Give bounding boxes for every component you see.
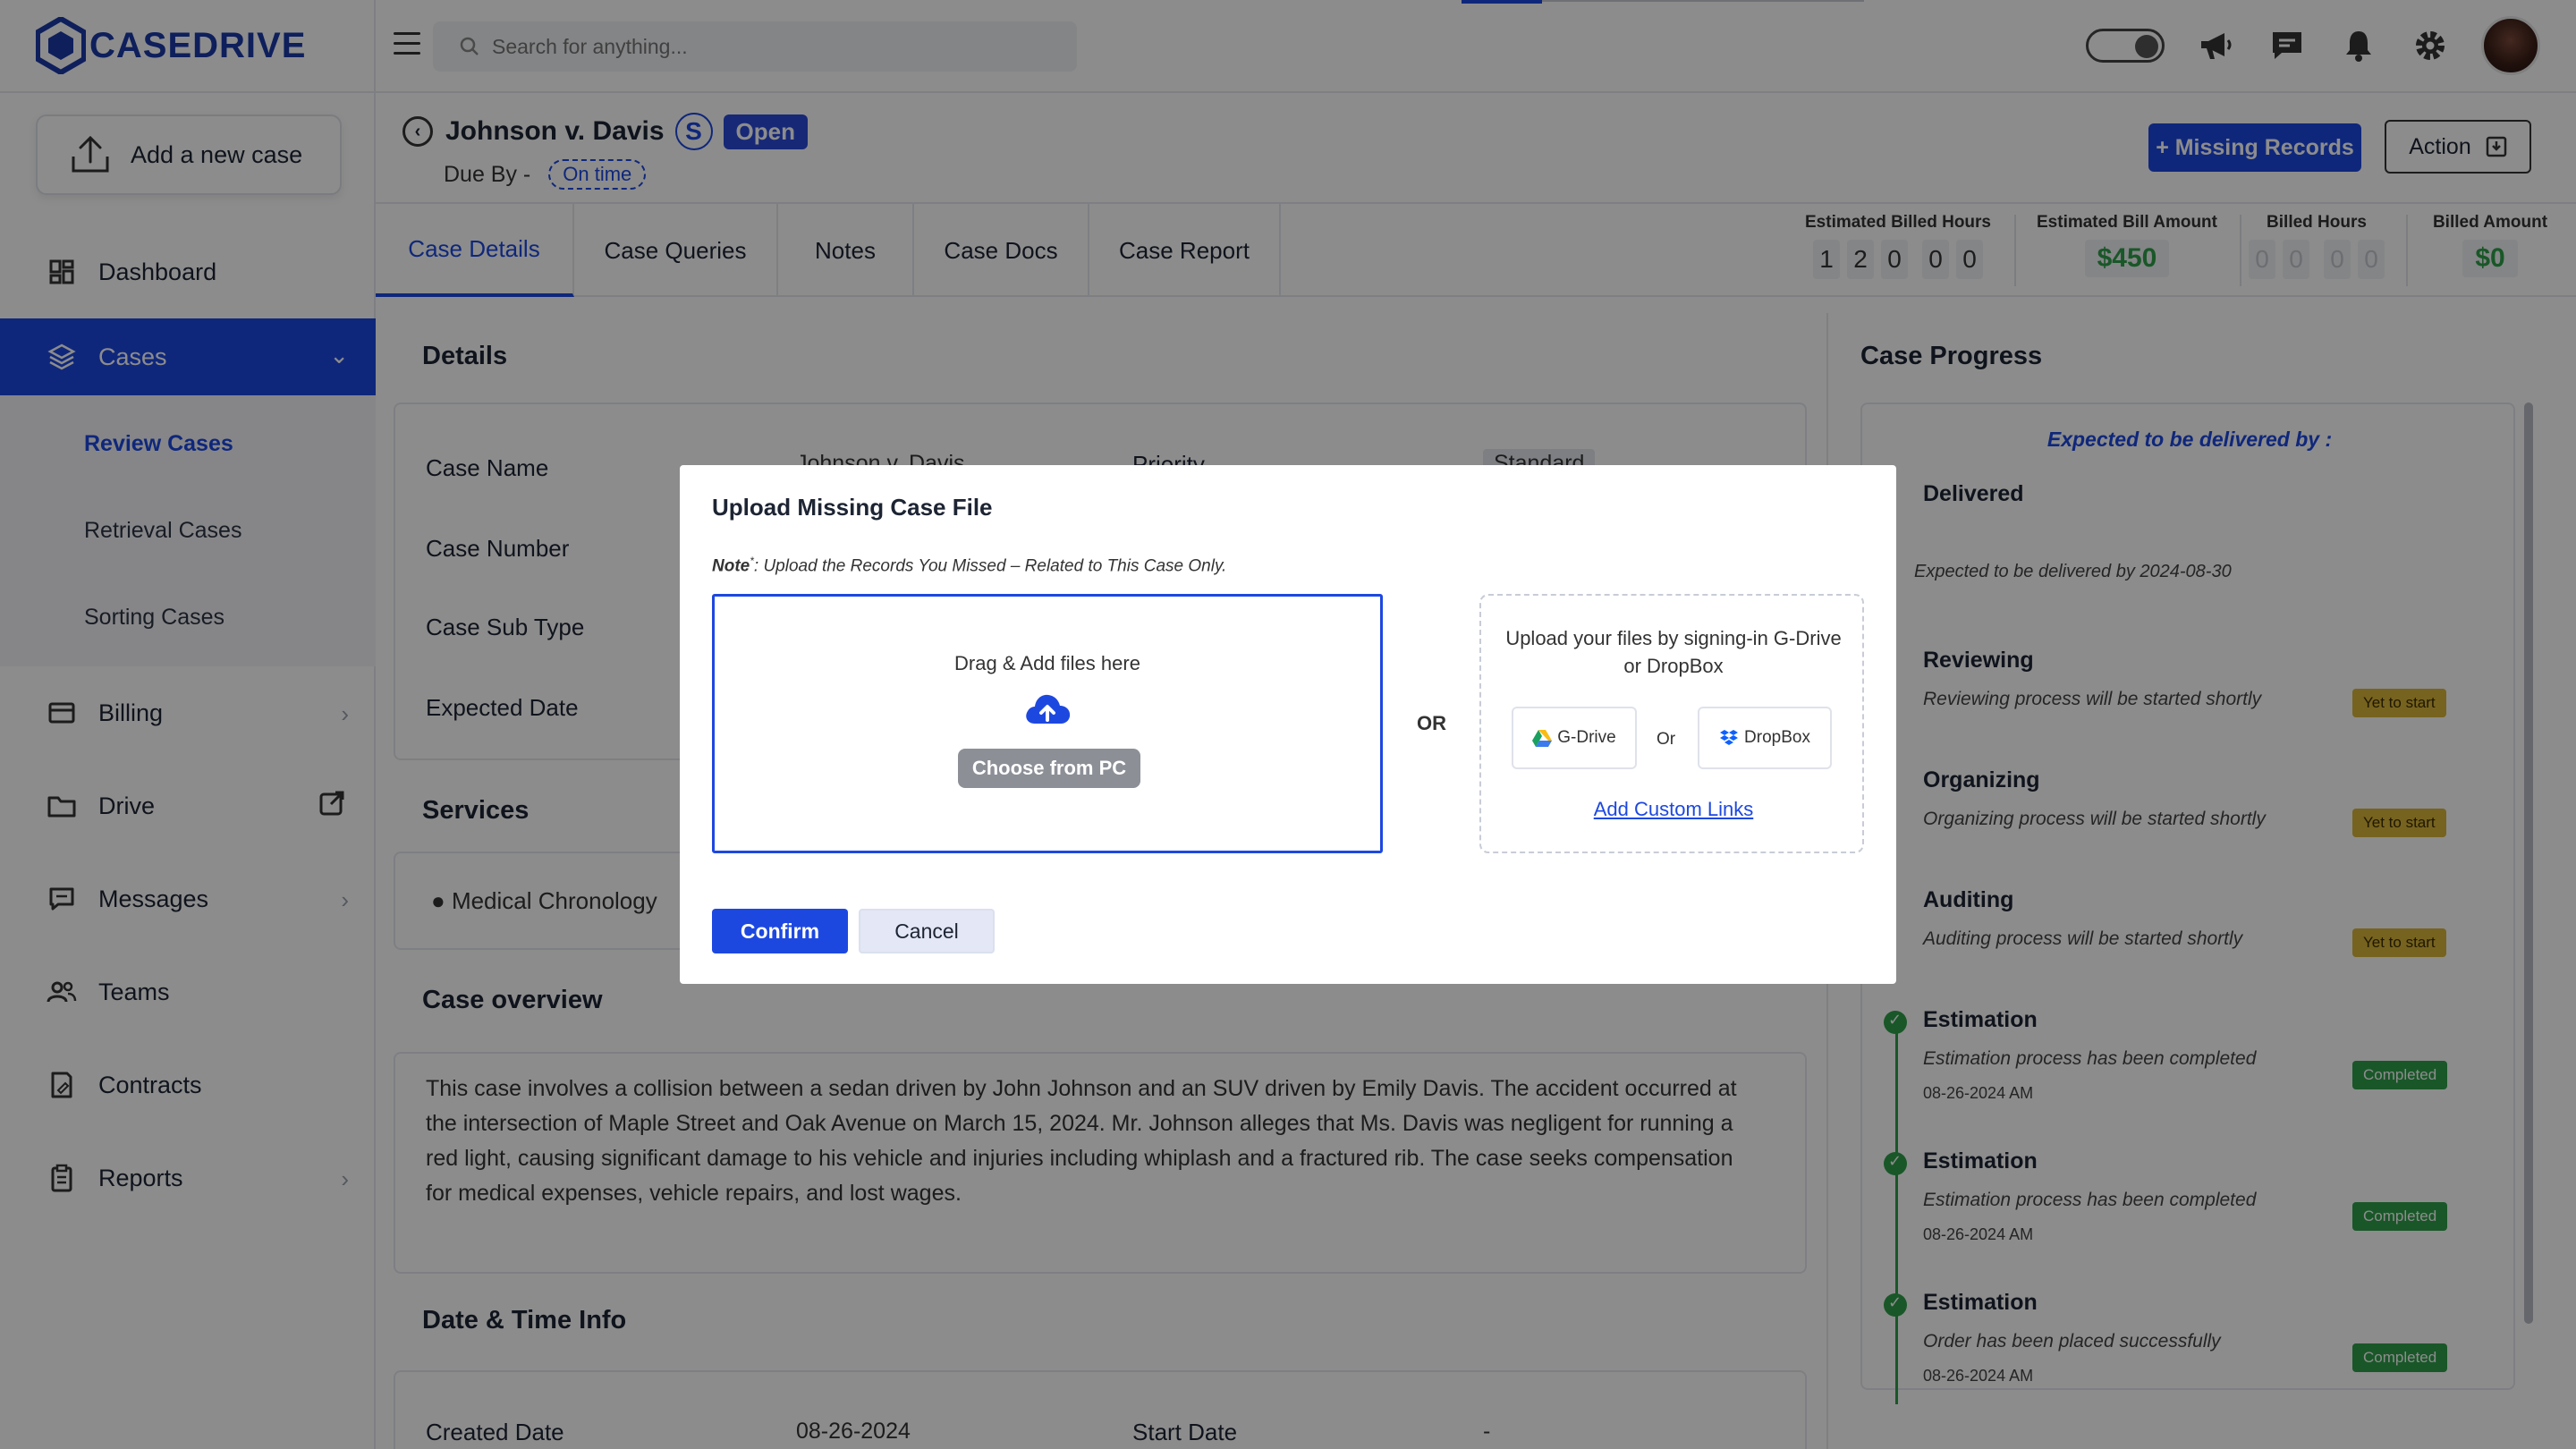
dropzone-text: Drag & Add files here bbox=[954, 652, 1140, 674]
confirm-button[interactable]: Confirm bbox=[712, 909, 848, 953]
dropbox-icon bbox=[1720, 730, 1739, 745]
cloud-upload-text: Upload your files by signing-in G-Drive … bbox=[1505, 627, 1842, 677]
cloud-upload-icon bbox=[1026, 694, 1071, 724]
small-or-separator: Or bbox=[1657, 730, 1676, 749]
or-separator: OR bbox=[1417, 712, 1446, 734]
add-custom-links-link[interactable]: Add Custom Links bbox=[1481, 798, 1866, 821]
file-dropzone[interactable]: Drag & Add files here Choose from PC bbox=[712, 594, 1383, 853]
upload-missing-file-modal: Upload Missing Case File Note*: Upload t… bbox=[680, 465, 1896, 984]
cloud-upload-box: Upload your files by signing-in G-Drive … bbox=[1479, 594, 1864, 853]
dropbox-button[interactable]: DropBox bbox=[1698, 707, 1832, 769]
choose-from-pc-button[interactable]: Choose from PC bbox=[958, 749, 1140, 788]
modal-title: Upload Missing Case File bbox=[712, 494, 993, 521]
gdrive-button[interactable]: G-Drive bbox=[1512, 707, 1637, 769]
google-drive-icon bbox=[1532, 730, 1553, 747]
modal-note: Note*: Upload the Records You Missed – R… bbox=[712, 555, 1227, 576]
cancel-button[interactable]: Cancel bbox=[859, 909, 995, 953]
